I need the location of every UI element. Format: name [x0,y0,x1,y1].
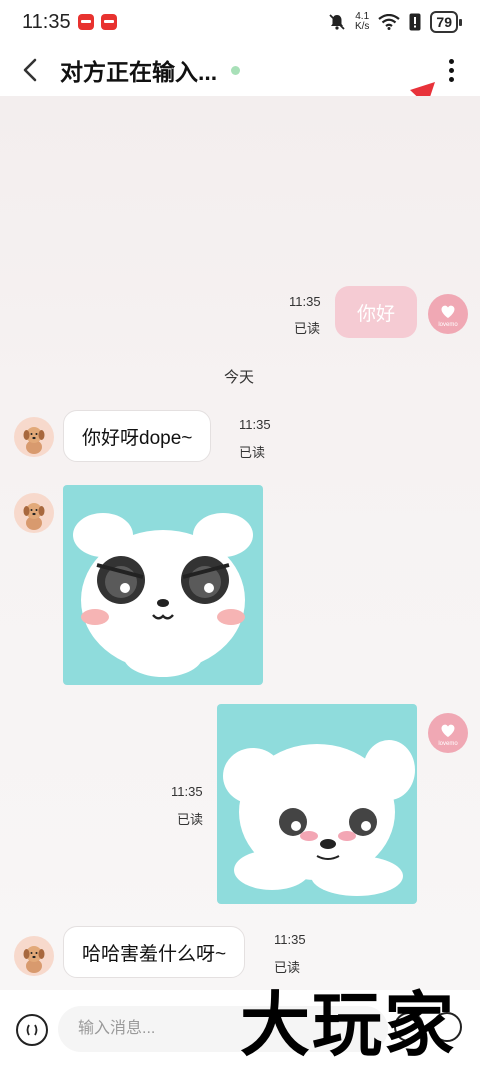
svg-text:lovemo: lovemo [438,741,458,747]
contact-avatar[interactable] [14,936,54,976]
contact-avatar[interactable] [14,417,54,457]
message-time: 11:35 [171,784,203,799]
status-icons: 4.1 K/s 79 [328,11,462,33]
read-status: 已读 [274,960,301,975]
lovemo-logo-icon: lovemo [438,305,458,328]
wifi-icon [378,14,401,30]
message-text: 你好呀dope~ [82,427,193,449]
sticker-message[interactable] [63,485,263,685]
date-divider: 今天 [224,369,255,386]
message-time: 11:35 [289,294,321,309]
angry-puppy-sticker-icon [73,513,253,677]
message-bubble-outgoing[interactable]: 你好 [335,286,417,338]
app-notification-icon [77,14,94,30]
sticker-message[interactable] [217,704,417,904]
read-status: 已读 [177,812,204,827]
message-bubble-incoming[interactable]: 哈哈害羞什么呀~ [63,926,246,978]
app-notification-icon [100,14,117,30]
watermark-text: 大玩家 [240,983,456,1066]
chat-title: 对方正在输入... [60,59,218,85]
message-text: 你好 [356,303,395,325]
network-speed: 4.1 K/s [355,12,369,32]
online-status-dot [231,65,241,75]
voice-input-button[interactable] [16,1014,48,1046]
message-time: 11:35 [274,932,306,947]
back-button[interactable] [0,44,60,96]
message-bubble-incoming[interactable]: 你好呀dope~ [63,410,212,462]
puppy-avatar-icon [23,946,45,973]
sim-alert-icon [409,13,421,31]
puppy-avatar-icon [23,503,45,530]
more-dot [448,67,454,73]
read-status: 已读 [239,445,266,460]
lovemo-logo-icon: lovemo [438,724,458,747]
more-options-button[interactable] [440,52,462,88]
puppy-avatar-icon [23,427,45,454]
my-avatar[interactable]: lovemo [428,294,468,334]
battery-indicator: 79 [430,11,462,33]
message-time: 11:35 [239,417,271,432]
mute-bell-icon [329,14,345,30]
chat-area[interactable]: 11:35 已读 你好 lovemo 今天 你好呀dope~ 11:35 已读 [0,96,480,990]
chevron-left-icon [23,58,37,82]
more-dot [448,76,454,82]
more-dot [448,58,454,64]
network-speed-unit: K/s [354,21,370,32]
contact-avatar[interactable] [14,493,54,533]
status-bar: 11:35 4.1 K/s 79 [0,0,480,44]
my-avatar[interactable]: lovemo [428,713,468,753]
svg-text:lovemo: lovemo [438,322,458,328]
shy-puppy-sticker-icon [223,740,415,896]
read-status: 已读 [294,321,321,336]
message-text: 哈哈害羞什么呀~ [82,943,227,965]
status-time: 11:35 [22,10,71,33]
voice-wave-icon [26,1024,38,1036]
